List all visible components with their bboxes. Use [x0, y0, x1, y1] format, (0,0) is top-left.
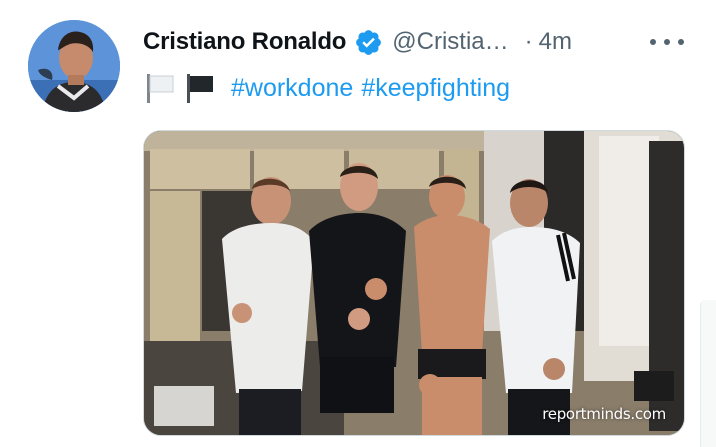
side-panel-edge — [700, 300, 716, 447]
tweet-timestamp[interactable]: 4m — [539, 28, 572, 56]
hashtag-link[interactable]: #keepfighting — [361, 74, 510, 103]
black-flag-icon — [183, 71, 217, 105]
author-handle[interactable]: @Cristia… — [392, 28, 508, 56]
locker-room-photo — [144, 131, 684, 435]
tweet-media-photo[interactable]: reportminds.com — [143, 130, 685, 436]
hashtag-link[interactable]: #workdone — [231, 74, 353, 103]
tweet-card[interactable]: Cristiano Ronaldo @Cristia… · 4m #workdo… — [0, 0, 716, 447]
separator-dot: · — [524, 28, 533, 55]
media-watermark: reportminds.com — [542, 405, 666, 423]
tweet-header: Cristiano Ronaldo @Cristia… · 4m — [143, 24, 572, 60]
author-avatar[interactable] — [28, 20, 120, 112]
tweet-text: #workdone #keepfighting — [143, 70, 510, 106]
more-options-icon[interactable] — [650, 30, 684, 54]
author-display-name[interactable]: Cristiano Ronaldo — [143, 28, 346, 56]
avatar-photo — [28, 20, 120, 112]
verified-badge-icon — [354, 28, 383, 57]
white-flag-icon — [143, 71, 177, 105]
